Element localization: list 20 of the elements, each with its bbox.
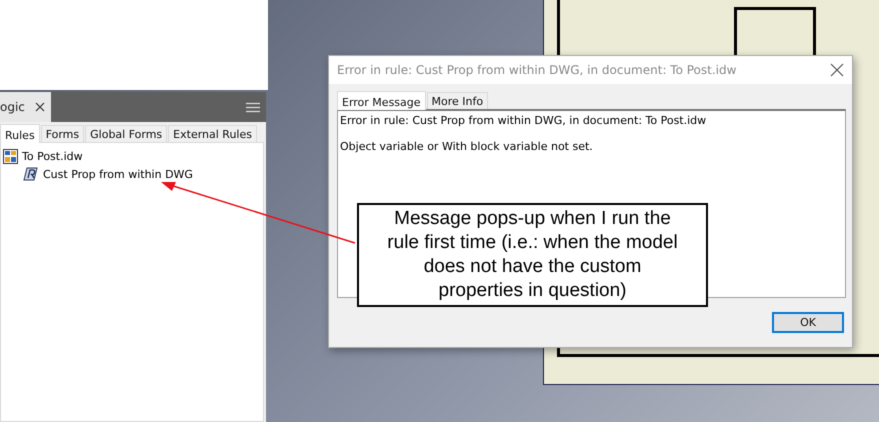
panel-tab[interactable]: External Rules [168, 125, 257, 142]
panel-tab[interactable]: Global Forms [85, 125, 168, 142]
dialog-title: Error in rule: Cust Prop from within DWG, in document: To Post.idw [337, 63, 736, 77]
panel-title: ogic [0, 100, 25, 114]
tree-item[interactable]: To Post.idw [22, 150, 83, 162]
rule-icon [22, 166, 39, 182]
message-text: Error in rule: Cust Prop from within DWG, in document: To Post.idw [340, 114, 708, 127]
assembly-icon [3, 148, 18, 164]
panel-tab[interactable]: ogic [0, 92, 51, 122]
panel-tab[interactable]: Forms [40, 125, 84, 142]
panel-tab[interactable]: Rules [0, 124, 40, 143]
ok-button[interactable]: OK [772, 312, 844, 333]
close-icon[interactable] [34, 102, 45, 112]
callout-text: Message pops-up when I run the rule first time (i.e.: when the model does not have the custom properties in question) [357, 203, 708, 307]
dialog-tab[interactable]: More Info [426, 92, 488, 109]
message-text: Object variable or With block variable not set. [340, 140, 594, 153]
menu-icon[interactable] [246, 102, 260, 112]
tree-item[interactable]: Cust Prop from within DWG [43, 168, 193, 180]
close-icon[interactable] [830, 63, 844, 77]
dialog-tab[interactable]: Error Message [337, 91, 426, 110]
